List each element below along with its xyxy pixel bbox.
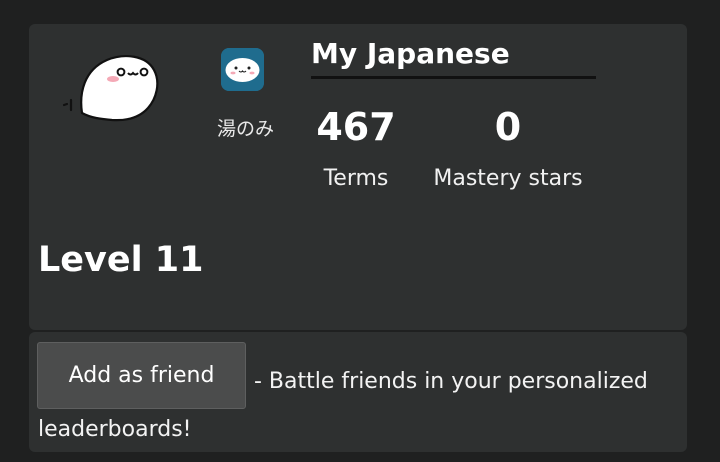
app-face-icon (221, 48, 264, 91)
app-name: 湯のみ (217, 118, 275, 140)
terms-count: 467 (316, 105, 396, 149)
mastery-stars-count: 0 (494, 105, 522, 149)
level-label: Level 11 (38, 240, 204, 280)
profile-title[interactable]: My Japanese (311, 36, 596, 79)
add-friend-button[interactable]: Add as friend (37, 342, 246, 409)
ghost-mascot-icon (62, 55, 159, 122)
terms-label: Terms (323, 166, 389, 191)
mastery-stars-label: Mastery stars (433, 166, 583, 191)
